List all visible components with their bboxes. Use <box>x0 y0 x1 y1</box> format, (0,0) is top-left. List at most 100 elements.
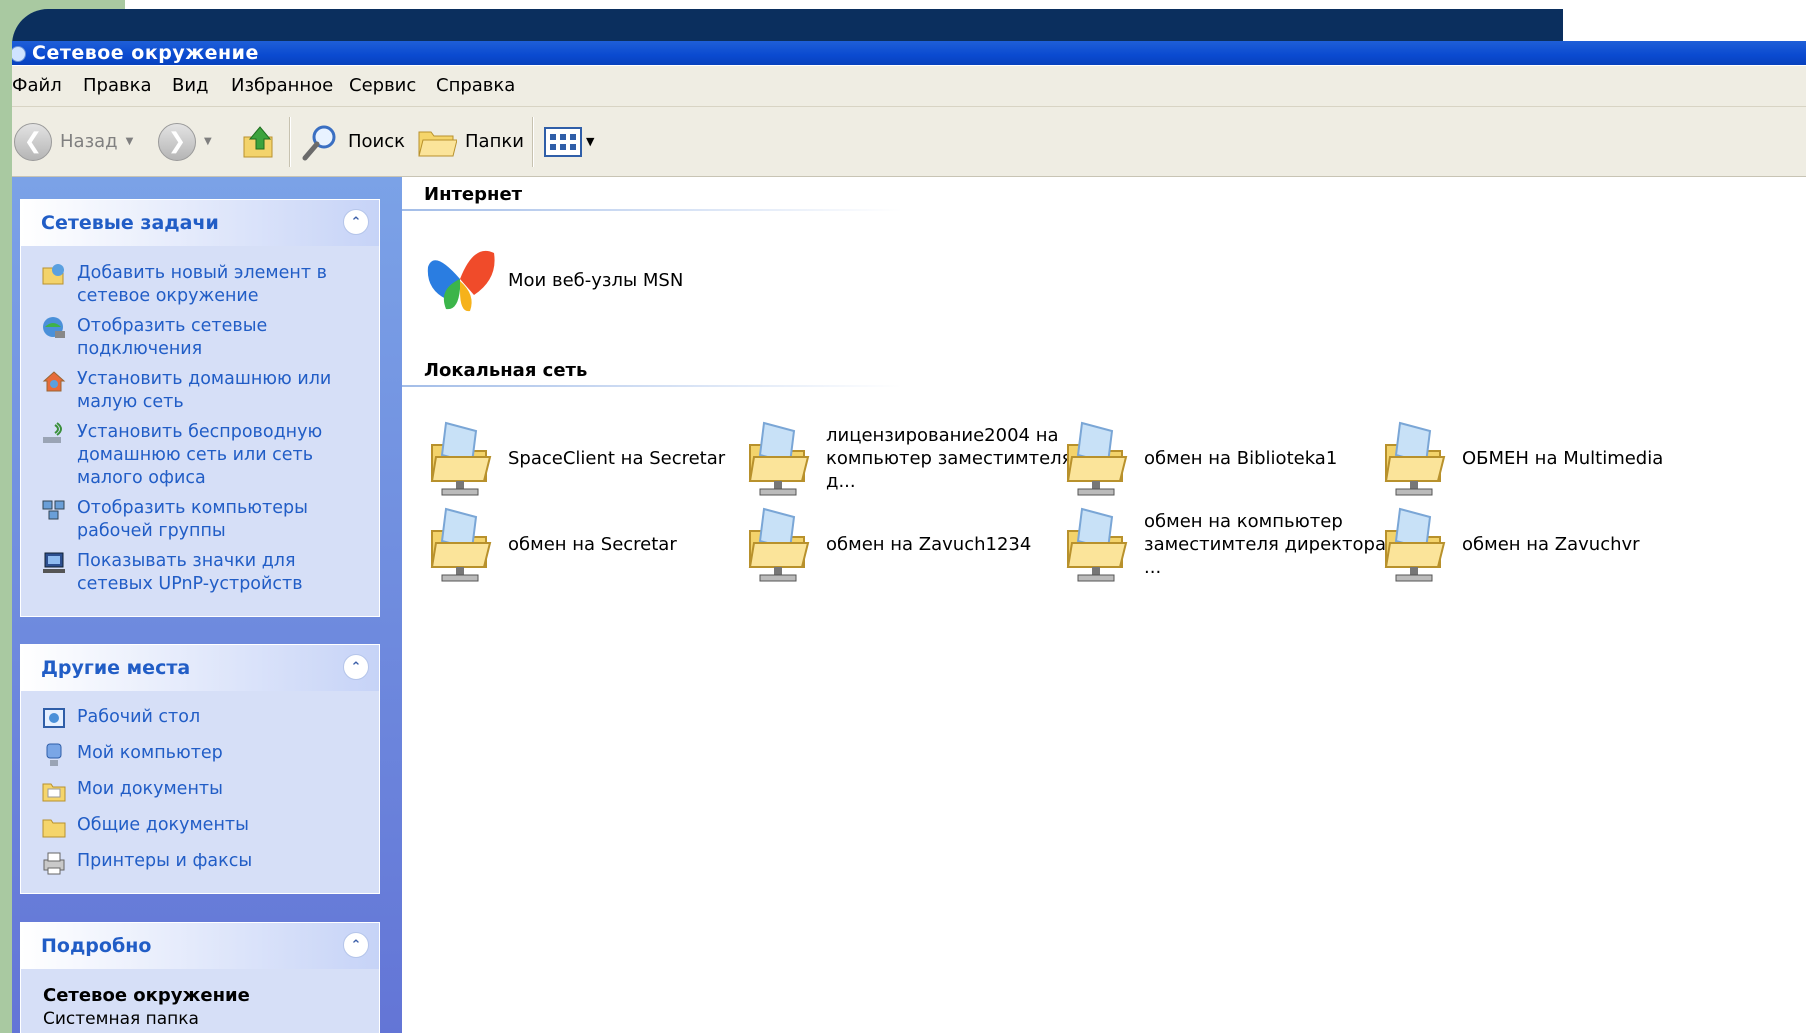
network-share-item[interactable]: обмен на компьютер заместимтеля директор… <box>1060 503 1404 585</box>
details-type: Системная папка <box>43 1009 199 1029</box>
search-label: Поиск <box>348 131 406 152</box>
network-share-item[interactable]: обмен на Biblioteka1 <box>1060 417 1404 499</box>
back-dropdown-icon[interactable]: ▼ <box>126 136 134 147</box>
task-label: Установить беспроводную домашнюю сеть ил… <box>77 422 323 488</box>
menu-bar: Файл Правка Вид Избранное Сервис Справка <box>12 66 1806 107</box>
network-share-item[interactable]: обмен на Zavuchvr <box>1378 503 1722 585</box>
task-show-upnp-icons[interactable]: Показывать значки для сетевых UPnP-устро… <box>41 550 347 596</box>
toolbar-separator <box>289 117 291 167</box>
slide-decoration-bar <box>12 9 1563 45</box>
home-network-icon <box>42 371 66 392</box>
window-title: Сетевое окружение <box>32 42 259 64</box>
item-label: обмен на компьютер заместимтеля директор… <box>1144 510 1386 578</box>
place-printers-faxes[interactable]: Принтеры и факсы <box>41 850 347 876</box>
task-add-network-place[interactable]: Добавить новый элемент в сетевое окружен… <box>41 262 347 308</box>
search-button[interactable]: Поиск <box>300 107 405 176</box>
views-button[interactable]: ▼ <box>544 107 594 176</box>
place-label: Рабочий стол <box>77 707 201 727</box>
group-divider <box>402 385 902 387</box>
item-label: Мои веб-узлы MSN <box>508 269 684 291</box>
network-share-item[interactable]: обмен на Zavuch1234 <box>742 503 1086 585</box>
toolbar: ❮ Назад ▼ ❯ ▼ Поиск Папки ▼ <box>12 107 1806 177</box>
forward-dropdown-icon[interactable]: ▼ <box>204 136 212 147</box>
network-folder-icon <box>1384 507 1446 582</box>
collapse-chevron-icon[interactable]: ⌃ <box>343 209 369 235</box>
folders-icon <box>418 131 457 156</box>
network-share-item[interactable]: лицензирование2004 на компьютер заместим… <box>742 417 1086 499</box>
desktop-icon <box>43 708 65 728</box>
task-view-connections[interactable]: Отобразить сетевые подключения <box>41 315 347 361</box>
place-my-computer[interactable]: Мой компьютер <box>41 742 347 768</box>
item-label: обмен на Secretar <box>508 533 677 555</box>
title-bar[interactable]: Сетевое окружение <box>12 41 1806 65</box>
my-documents-icon <box>42 783 66 802</box>
task-view-workgroup[interactable]: Отобразить компьютеры рабочей группы <box>41 497 347 543</box>
task-label: Добавить новый элемент в сетевое окружен… <box>77 263 327 306</box>
content-area: Интернет Мои веб-узлы MSN Локальная сеть… <box>402 177 1806 1033</box>
other-places-panel: Другие места ⌃ Рабочий стол Мой компьюте… <box>20 644 380 894</box>
folders-button[interactable]: Папки <box>417 107 524 176</box>
menu-favorites[interactable]: Избранное <box>231 75 333 96</box>
shared-documents-icon <box>42 819 66 838</box>
views-dropdown-icon[interactable]: ▼ <box>586 135 594 148</box>
network-tasks-panel: Сетевые задачи ⌃ Добавить новый элемент … <box>20 199 380 617</box>
network-folder-icon <box>430 421 492 496</box>
forward-button[interactable]: ❯ ▼ <box>158 107 212 176</box>
printers-faxes-icon <box>43 852 65 875</box>
menu-tools[interactable]: Сервис <box>349 75 416 96</box>
network-folder-icon <box>1066 421 1128 496</box>
task-setup-home-network[interactable]: Установить домашнюю или малую сеть <box>41 368 347 414</box>
place-label: Мои документы <box>77 779 223 799</box>
add-network-place-icon <box>42 264 64 285</box>
network-places-icon <box>12 46 26 62</box>
place-my-documents[interactable]: Мои документы <box>41 778 347 804</box>
place-label: Принтеры и факсы <box>77 851 253 871</box>
item-label: обмен на Zavuch1234 <box>826 533 1032 555</box>
back-button[interactable]: ❮ Назад ▼ <box>14 107 133 176</box>
workgroup-computers-icon <box>42 500 65 520</box>
group-local-network-title: Локальная сеть <box>424 360 588 381</box>
other-places-header[interactable]: Другие места ⌃ <box>21 645 379 691</box>
item-label: ОБМЕН на Multimedia <box>1462 447 1664 469</box>
back-arrow-icon: ❮ <box>14 122 52 161</box>
place-shared-documents[interactable]: Общие документы <box>41 814 347 840</box>
task-label: Показывать значки для сетевых UPnP-устро… <box>77 551 303 594</box>
group-internet-title: Интернет <box>424 184 523 205</box>
collapse-chevron-icon[interactable]: ⌃ <box>343 932 369 958</box>
views-icon <box>544 126 582 157</box>
back-label: Назад <box>60 131 118 152</box>
task-pane: Сетевые задачи ⌃ Добавить новый элемент … <box>12 177 402 1033</box>
task-label: Установить домашнюю или малую сеть <box>77 369 332 412</box>
wireless-network-icon <box>43 422 62 443</box>
network-share-item[interactable]: обмен на Secretar <box>424 503 768 585</box>
task-label: Отобразить сетевые подключения <box>77 316 268 359</box>
group-divider <box>402 209 902 211</box>
network-share-item[interactable]: SpaceClient на Secretar <box>424 417 768 499</box>
network-tasks-header[interactable]: Сетевые задачи ⌃ <box>21 200 379 246</box>
network-tasks-title: Сетевые задачи <box>41 212 219 234</box>
collapse-chevron-icon[interactable]: ⌃ <box>343 654 369 680</box>
explorer-window: Сетевое окружение Файл Правка Вид Избран… <box>12 41 1806 1033</box>
network-share-item[interactable]: ОБМЕН на Multimedia <box>1378 417 1722 499</box>
menu-help[interactable]: Справка <box>436 75 515 96</box>
item-label: SpaceClient на Secretar <box>508 447 726 469</box>
msn-web-sites-item[interactable]: Мои веб-узлы MSN <box>424 239 768 321</box>
place-desktop[interactable]: Рабочий стол <box>41 706 347 732</box>
upnp-device-icon <box>43 552 65 573</box>
msn-butterfly-icon <box>427 250 495 312</box>
folders-label: Папки <box>465 131 524 152</box>
menu-file[interactable]: Файл <box>12 75 62 96</box>
task-setup-wireless-network[interactable]: Установить беспроводную домашнюю сеть ил… <box>41 421 347 490</box>
task-label: Отобразить компьютеры рабочей группы <box>77 498 308 541</box>
other-places-title: Другие места <box>41 657 191 679</box>
network-folder-icon <box>430 507 492 582</box>
network-folder-icon <box>1066 507 1128 582</box>
item-label: обмен на Biblioteka1 <box>1144 447 1338 469</box>
details-header[interactable]: Подробно ⌃ <box>21 923 379 969</box>
item-label: обмен на Zavuchvr <box>1462 533 1640 555</box>
menu-edit[interactable]: Правка <box>83 75 152 96</box>
menu-view[interactable]: Вид <box>172 75 209 96</box>
up-folder-button[interactable] <box>240 107 278 176</box>
place-label: Мой компьютер <box>77 743 223 763</box>
folder-up-icon <box>243 125 273 157</box>
